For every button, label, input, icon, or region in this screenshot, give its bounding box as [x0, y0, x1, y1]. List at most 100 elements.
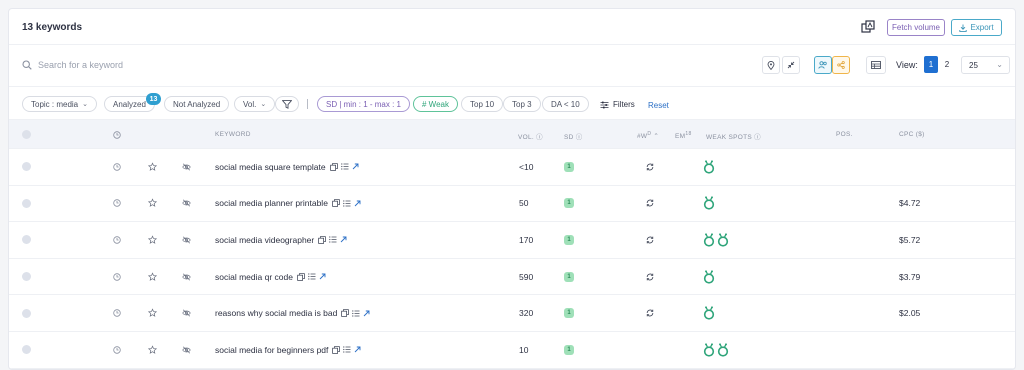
- column-w[interactable]: #WD ⌃: [637, 131, 659, 140]
- list-icon[interactable]: [329, 236, 337, 244]
- eye-off-icon[interactable]: [182, 236, 191, 244]
- copy-icon[interactable]: [318, 236, 327, 244]
- refresh-icon[interactable]: [646, 273, 654, 281]
- copy-icon[interactable]: [332, 345, 341, 354]
- eye-off-icon[interactable]: [182, 273, 191, 281]
- column-volume[interactable]: VOL. ⓘ: [518, 131, 543, 141]
- volume-filter-chip[interactable]: Vol. ⌄: [234, 96, 276, 112]
- topic-filter-chip[interactable]: Topic : media ⌄: [22, 96, 98, 112]
- clock-icon[interactable]: [113, 236, 121, 244]
- column-keyword[interactable]: KEYWORD: [215, 131, 251, 138]
- table-row[interactable]: social media videographer 170 1 $5.72: [9, 222, 1015, 259]
- table-row[interactable]: social media square template <10 1: [9, 149, 1015, 186]
- copy-icon[interactable]: [332, 199, 340, 208]
- table-row[interactable]: social media qr code 590 1 $3.79: [9, 259, 1015, 296]
- external-link-icon[interactable]: [354, 346, 361, 353]
- reddit-icon[interactable]: [703, 343, 715, 357]
- column-em[interactable]: EM18: [675, 131, 692, 140]
- row-checkbox[interactable]: [22, 162, 31, 172]
- table-row[interactable]: social media planner printable 50 1 $4.72: [9, 186, 1015, 223]
- external-link-icon[interactable]: [352, 163, 359, 170]
- row-checkbox[interactable]: [22, 272, 31, 282]
- star-icon[interactable]: [148, 235, 157, 244]
- column-cpc[interactable]: CPC ($): [899, 131, 925, 138]
- not-analyzed-chip[interactable]: Not Analyzed: [164, 96, 230, 112]
- clock-icon[interactable]: [113, 346, 121, 354]
- eye-off-icon[interactable]: [182, 199, 191, 207]
- copy-icon[interactable]: [297, 272, 305, 281]
- keyword-text[interactable]: social media square template: [215, 162, 326, 172]
- select-all-checkbox[interactable]: [22, 130, 31, 139]
- list-icon[interactable]: [343, 200, 351, 207]
- clock-icon[interactable]: [113, 199, 121, 208]
- eye-off-icon[interactable]: [182, 346, 191, 354]
- location-button[interactable]: [762, 56, 780, 74]
- row-checkbox[interactable]: [22, 345, 31, 355]
- per-page-select[interactable]: 25 ⌄: [961, 56, 1010, 74]
- refresh-icon[interactable]: [646, 309, 654, 317]
- sd-range-chip[interactable]: SD | min : 1 - max : 1: [317, 96, 410, 112]
- clock-icon[interactable]: [113, 272, 121, 281]
- fetch-volume-button[interactable]: Fetch volume: [887, 19, 945, 36]
- table-row[interactable]: social media for beginners pdf 10 1: [9, 332, 1015, 369]
- row-checkbox[interactable]: [22, 308, 31, 318]
- external-link-icon[interactable]: [340, 236, 347, 243]
- row-checkbox[interactable]: [22, 198, 31, 208]
- eye-off-icon[interactable]: [182, 163, 191, 171]
- table-row[interactable]: reasons why social media is bad 320 1 $2.05: [9, 295, 1015, 332]
- copy-icon[interactable]: [329, 162, 338, 171]
- external-link-icon[interactable]: [354, 200, 361, 207]
- star-icon[interactable]: [148, 162, 157, 171]
- reddit-icon[interactable]: [717, 343, 729, 357]
- star-icon[interactable]: [148, 345, 157, 354]
- filter-bar: Topic : media ⌄ Analyzed Not Analyzed Vo…: [9, 87, 1015, 119]
- search-input[interactable]: [38, 57, 338, 73]
- top10-chip[interactable]: Top 10: [461, 96, 504, 112]
- collapse-button[interactable]: [782, 56, 800, 74]
- list-icon[interactable]: [308, 273, 316, 280]
- reddit-icon[interactable]: [703, 269, 715, 284]
- column-weak-spots[interactable]: WEAK SPOTS ⓘ: [706, 131, 761, 141]
- share-toggle[interactable]: [832, 56, 850, 74]
- reddit-icon[interactable]: [717, 233, 729, 247]
- reddit-icon[interactable]: [703, 306, 715, 320]
- star-icon[interactable]: [148, 198, 157, 208]
- keyword-text[interactable]: social media for beginners pdf: [215, 345, 328, 355]
- reddit-icon[interactable]: [703, 160, 715, 174]
- keyword-text[interactable]: reasons why social media is bad: [215, 308, 337, 318]
- refresh-icon[interactable]: [646, 236, 654, 244]
- filters-button[interactable]: Filters: [600, 100, 635, 109]
- reddit-icon[interactable]: [703, 233, 715, 247]
- star-icon[interactable]: [148, 308, 157, 318]
- copy-icon[interactable]: [341, 309, 350, 317]
- keyword-text[interactable]: social media planner printable: [215, 198, 328, 208]
- da-chip[interactable]: DA < 10: [542, 96, 589, 112]
- reset-link[interactable]: Reset: [648, 101, 669, 110]
- clock-icon[interactable]: [113, 309, 121, 317]
- column-sd[interactable]: SD ⓘ: [564, 131, 583, 141]
- funnel-button[interactable]: [275, 96, 299, 112]
- competitors-toggle[interactable]: [814, 56, 832, 74]
- column-position[interactable]: POS.: [836, 131, 853, 138]
- keyword-text[interactable]: social media videographer: [215, 235, 314, 245]
- list-icon[interactable]: [352, 310, 360, 317]
- page-button-2[interactable]: 2: [940, 56, 954, 73]
- eye-off-icon[interactable]: [182, 309, 191, 317]
- page-button-1[interactable]: 1: [924, 56, 938, 73]
- external-link-icon[interactable]: [319, 273, 326, 280]
- top3-chip[interactable]: Top 3: [503, 96, 541, 112]
- reddit-icon[interactable]: [703, 196, 715, 210]
- row-checkbox[interactable]: [22, 235, 31, 245]
- refresh-icon[interactable]: [646, 199, 654, 207]
- stack-icon[interactable]: [861, 20, 875, 34]
- clock-icon[interactable]: [113, 163, 121, 171]
- table-view-button[interactable]: [866, 56, 886, 74]
- weak-chip[interactable]: # Weak: [413, 96, 458, 112]
- keyword-text[interactable]: social media qr code: [215, 272, 293, 282]
- refresh-icon[interactable]: [646, 163, 654, 171]
- list-icon[interactable]: [340, 163, 349, 170]
- external-link-icon[interactable]: [363, 310, 370, 317]
- list-icon[interactable]: [343, 346, 351, 353]
- star-icon[interactable]: [148, 272, 157, 281]
- export-button[interactable]: Export: [951, 19, 1002, 36]
